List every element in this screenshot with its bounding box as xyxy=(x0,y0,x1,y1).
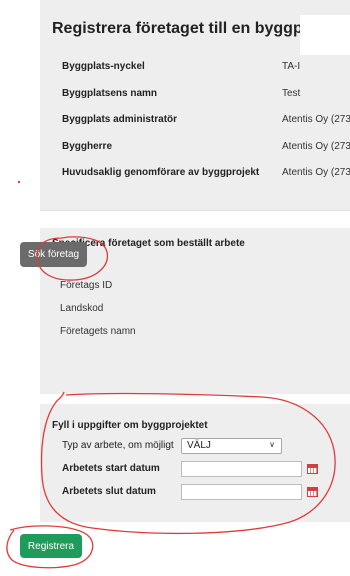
start-date-label: Arbetets start datum xyxy=(62,463,160,474)
site-key-row: Byggplats-nyckel TA-I xyxy=(62,61,350,77)
company-id-label: Företags ID xyxy=(60,280,113,291)
end-date-label: Arbetets slut datum xyxy=(62,486,156,497)
site-key-value: TA-I xyxy=(282,61,301,72)
site-name-value: Test xyxy=(282,88,301,99)
main-contractor-value: Atentis Oy (273 xyxy=(282,167,350,178)
chevron-down-icon: ∨ xyxy=(269,440,275,449)
work-type-select[interactable]: VÄLJ ∨ xyxy=(181,438,282,454)
main-contractor-label: Huvudsaklig genomförare av byggprojekt xyxy=(62,167,260,178)
overlay-box xyxy=(300,15,350,55)
site-key-label: Byggplats-nyckel xyxy=(62,61,145,72)
calendar-icon[interactable] xyxy=(307,487,318,497)
main-contractor-row: Huvudsaklig genomförare av byggprojekt A… xyxy=(62,167,350,183)
end-date-input[interactable] xyxy=(181,484,302,500)
site-name-row: Byggplatsens namn Test xyxy=(62,88,350,104)
site-name-label: Byggplatsens namn xyxy=(62,88,158,99)
page-title: Registrera företaget till en byggplats: xyxy=(52,20,336,37)
client-value: Atentis Oy (273 xyxy=(282,141,350,152)
register-button[interactable]: Registrera xyxy=(20,534,82,558)
site-admin-row: Byggplats administratör Atentis Oy (273 xyxy=(62,114,350,130)
page: Registrera företaget till en byggplats: … xyxy=(0,0,350,576)
site-admin-label: Byggplats administratör xyxy=(62,114,178,125)
country-code-label: Landskod xyxy=(60,303,104,314)
company-name-label: Företagets namn xyxy=(60,326,136,337)
client-row: Byggherre Atentis Oy (273 xyxy=(62,141,350,157)
project-heading: Fyll i uppgifter om byggprojektet xyxy=(52,420,208,431)
site-admin-value: Atentis Oy (273 xyxy=(282,114,350,125)
work-type-selected-value: VÄLJ xyxy=(187,440,211,451)
project-panel: Fyll i uppgifter om byggprojektet Typ av… xyxy=(40,404,350,522)
site-info-panel: Registrera företaget till en byggplats: … xyxy=(40,0,350,211)
search-company-button[interactable]: Sök företag xyxy=(20,242,87,267)
client-label: Byggherre xyxy=(62,141,113,152)
work-type-label: Typ av arbete, om möjligt xyxy=(62,440,174,451)
start-date-input[interactable] xyxy=(181,461,302,477)
annotation-dot xyxy=(18,181,20,183)
calendar-icon[interactable] xyxy=(307,464,318,474)
